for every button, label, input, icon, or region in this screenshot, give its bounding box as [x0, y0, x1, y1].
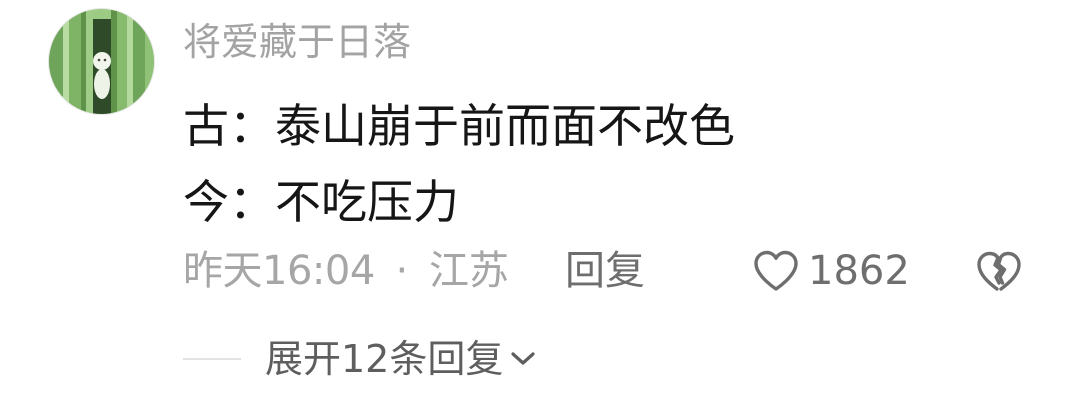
comment-line: 古：泰山崩于前而面不改色 [183, 99, 735, 153]
avatar[interactable] [48, 8, 155, 115]
comment-meta: 昨天16:04 · 江苏 [183, 245, 509, 297]
expand-divider [183, 358, 241, 360]
reply-button[interactable]: 回复 [565, 245, 645, 297]
like-count: 1862 [808, 248, 910, 294]
heart-outline-icon [754, 250, 798, 291]
chevron-down-icon [511, 352, 535, 365]
comment-item: 将爱藏于日落 古：泰山崩于前而面不改色 今：不吃压力 昨天16:04 · 江苏 … [0, 0, 1080, 401]
comment-line: 今：不吃压力 [183, 175, 459, 229]
expand-replies-button[interactable]: 展开12条回复 [265, 333, 537, 385]
dislike-button[interactable] [975, 250, 1023, 294]
broken-heart-icon [977, 251, 1021, 291]
comment-time: 昨天16:04 [183, 248, 375, 294]
meta-separator: · [395, 248, 409, 294]
avatar-image [49, 9, 154, 114]
comment-location: 江苏 [428, 248, 509, 294]
expand-replies-label: 展开12条回复 [265, 337, 504, 381]
username[interactable]: 将爱藏于日落 [183, 18, 411, 66]
like-button[interactable]: 1862 [752, 245, 910, 297]
comment-content: 古：泰山崩于前而面不改色 今：不吃压力 [183, 88, 735, 240]
